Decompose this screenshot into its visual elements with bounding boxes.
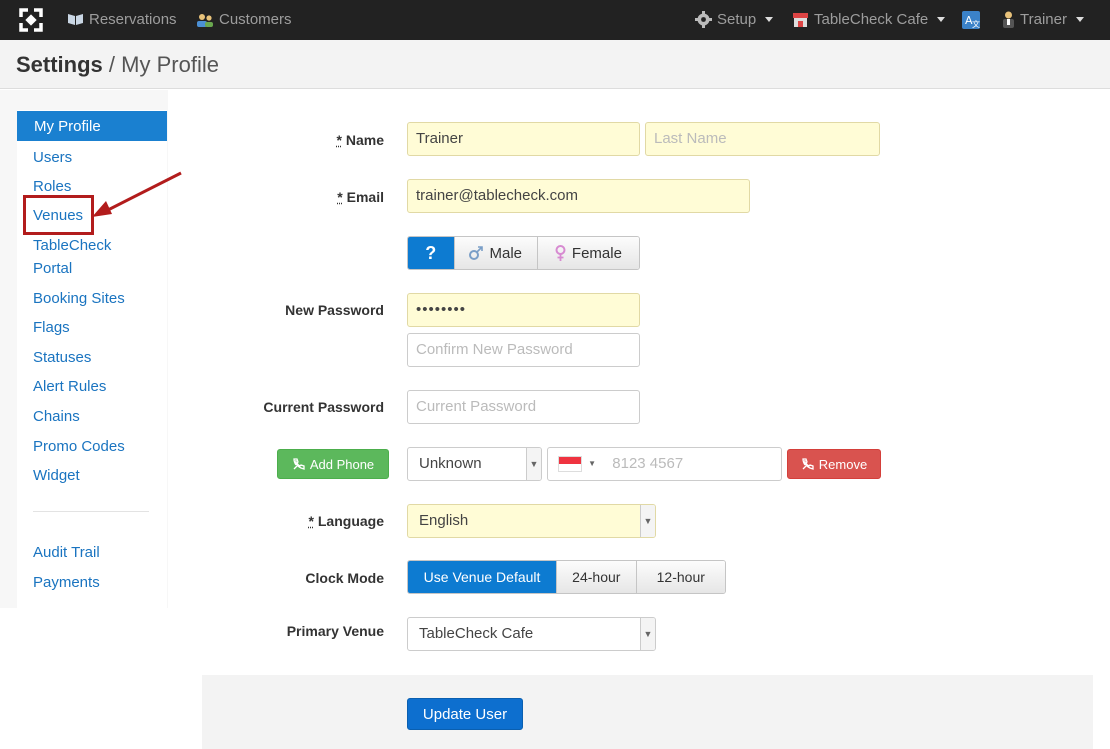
male-icon xyxy=(469,246,484,260)
required-mark: * xyxy=(336,132,342,148)
phone-number-field[interactable]: ▼ 8123 4567 xyxy=(547,447,782,481)
nav-reservations[interactable]: Reservations xyxy=(67,11,177,28)
nav-user[interactable]: Trainer xyxy=(1002,11,1084,28)
tablecheck-logo-icon[interactable] xyxy=(17,6,45,34)
clock-mode-toggle: Use Venue Default 24-hour 12-hour xyxy=(407,560,726,594)
nav-reservations-label: Reservations xyxy=(89,11,177,28)
nav-venue-label: TableCheck Cafe xyxy=(814,11,929,28)
language-label-text: Language xyxy=(317,513,384,529)
gear-icon xyxy=(695,11,712,28)
svg-text:文: 文 xyxy=(972,19,980,29)
form-actions-bar xyxy=(202,675,1093,749)
sidebar-item-alert-rules[interactable]: Alert Rules xyxy=(33,375,106,398)
clock-venue-default-button[interactable]: Use Venue Default xyxy=(408,561,558,593)
gender-male-button[interactable]: Male xyxy=(454,237,538,269)
gender-female-button[interactable]: Female xyxy=(537,237,639,269)
required-mark: * xyxy=(337,189,343,205)
sidebar-item-my-profile[interactable]: My Profile xyxy=(17,111,167,141)
gender-toggle: ? Male Female xyxy=(407,236,640,270)
name-label-text: Name xyxy=(345,132,384,148)
chevron-down-icon: ▼ xyxy=(640,505,655,537)
singapore-flag-icon[interactable] xyxy=(558,456,582,473)
language-switch[interactable]: A 文 xyxy=(962,11,980,29)
store-icon xyxy=(793,12,808,27)
phone-type-value: Unknown xyxy=(419,455,482,472)
add-phone-label: Add Phone xyxy=(309,456,375,472)
nav-customers[interactable]: Customers xyxy=(196,11,292,28)
nav-user-label: Trainer xyxy=(1020,11,1067,28)
nav-setup[interactable]: Setup xyxy=(695,11,774,28)
page-title: Settings / My Profile xyxy=(16,52,219,78)
user-icon xyxy=(1003,11,1014,28)
translate-icon: A 文 xyxy=(962,11,980,29)
female-icon xyxy=(555,245,566,261)
current-password-label: Current Password xyxy=(263,399,384,415)
sidebar-item-booking-sites[interactable]: Booking Sites xyxy=(33,287,125,310)
nav-setup-label: Setup xyxy=(717,11,757,28)
gender-unknown-button[interactable]: ? xyxy=(408,237,455,269)
annotation-arrow-icon xyxy=(92,171,182,217)
confirm-password-field[interactable]: Confirm New Password xyxy=(407,333,640,367)
sidebar-item-users[interactable]: Users xyxy=(33,146,72,169)
page-header: Settings / My Profile xyxy=(0,40,1110,89)
country-dropdown-icon[interactable]: ▼ xyxy=(588,459,596,468)
name-label: * Name xyxy=(300,132,384,148)
clock-12-hour-button[interactable]: 12-hour xyxy=(636,561,725,593)
sidebar-item-promo-codes[interactable]: Promo Codes xyxy=(33,435,125,458)
last-name-field[interactable]: Last Name xyxy=(645,122,880,156)
sidebar-item-chains[interactable]: Chains xyxy=(33,405,80,428)
remove-phone-button[interactable]: Remove xyxy=(787,449,881,479)
phone-icon xyxy=(802,458,814,470)
chevron-down-icon: ▼ xyxy=(526,448,541,480)
nav-venue[interactable]: TableCheck Cafe xyxy=(792,11,946,28)
first-name-field[interactable]: Trainer xyxy=(407,122,640,156)
language-select[interactable]: English ▼ xyxy=(407,504,656,538)
users-icon xyxy=(197,13,213,27)
breadcrumb-separator: / xyxy=(108,52,116,77)
sidebar-item-audit-trail[interactable]: Audit Trail xyxy=(33,541,100,564)
phone-type-select[interactable]: Unknown ▼ xyxy=(407,447,542,481)
email-label-text: Email xyxy=(346,189,384,205)
chevron-down-icon: ▼ xyxy=(640,618,655,650)
chevron-down-icon xyxy=(1075,17,1084,22)
sidebar-item-widget[interactable]: Widget xyxy=(33,464,80,487)
phone-placeholder: 8123 4567 xyxy=(612,455,684,472)
remove-label: Remove xyxy=(818,456,868,472)
required-mark: * xyxy=(308,513,314,529)
new-password-field[interactable]: •••••••• xyxy=(407,293,640,327)
email-field[interactable]: trainer@tablecheck.com xyxy=(407,179,750,213)
primary-venue-label: Primary Venue xyxy=(286,623,384,639)
add-phone-button[interactable]: Add Phone xyxy=(277,449,389,479)
chevron-down-icon xyxy=(765,17,774,22)
primary-venue-value: TableCheck Cafe xyxy=(419,625,534,642)
sidebar-item-payments[interactable]: Payments xyxy=(33,571,100,594)
nav-customers-label: Customers xyxy=(219,11,292,28)
sidebar-item-flags[interactable]: Flags xyxy=(33,316,70,339)
breadcrumb-page: My Profile xyxy=(121,52,219,77)
book-icon xyxy=(68,14,83,25)
sidebar-item-tablecheck-portal[interactable]: TableCheck xyxy=(33,234,111,257)
sidebar-item-tablecheck-portal-line2[interactable]: Portal xyxy=(33,257,72,280)
sidebar-divider xyxy=(33,511,149,512)
primary-venue-select[interactable]: TableCheck Cafe ▼ xyxy=(407,617,656,651)
sidebar-item-statuses[interactable]: Statuses xyxy=(33,346,91,369)
clock-24-hour-button[interactable]: 24-hour xyxy=(557,561,637,593)
breadcrumb-section: Settings xyxy=(16,52,103,77)
current-password-field[interactable]: Current Password xyxy=(407,390,640,424)
language-value: English xyxy=(419,512,469,529)
annotation-highlight-box xyxy=(23,195,94,235)
language-label: * Language xyxy=(280,513,384,529)
top-navbar: Reservations Customers Setup TableCheck … xyxy=(0,0,1110,40)
update-user-button[interactable]: Update User xyxy=(407,698,523,730)
chevron-down-icon xyxy=(937,17,946,22)
clock-mode-label: Clock Mode xyxy=(305,570,384,586)
sidebar-item-label: My Profile xyxy=(34,118,101,135)
phone-icon xyxy=(293,458,305,470)
new-password-label: New Password xyxy=(285,302,384,318)
email-label: * Email xyxy=(300,189,384,205)
gender-female-label: Female xyxy=(571,244,622,262)
gender-male-label: Male xyxy=(489,244,522,262)
